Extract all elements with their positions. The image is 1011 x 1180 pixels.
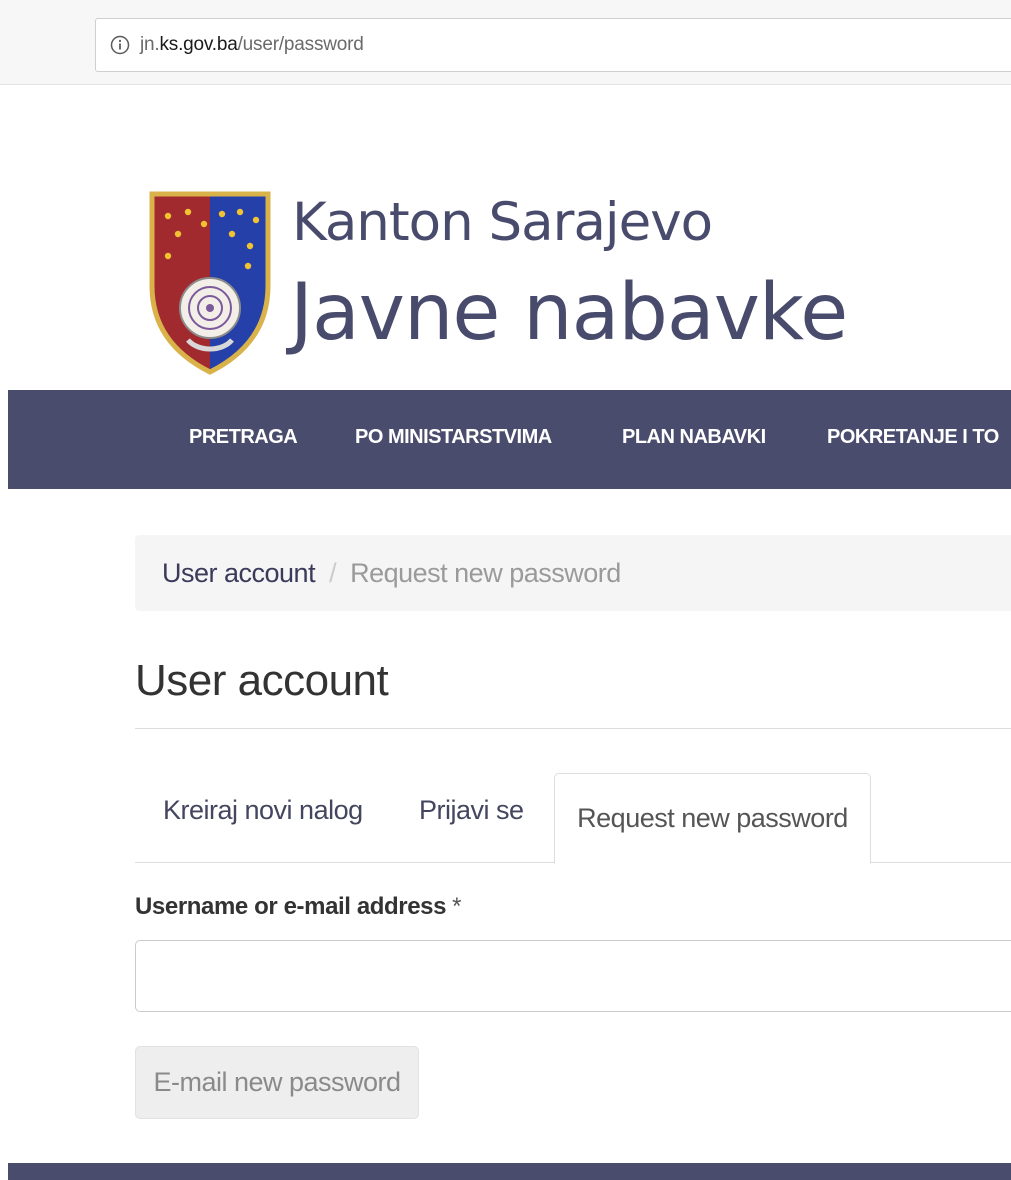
main-nav: PRETRAGA PO MINISTARSTVIMA PLAN NABAVKI … <box>8 390 1011 489</box>
required-marker: * <box>452 893 462 920</box>
url-text: jn.ks.gov.ba/user/password <box>140 34 364 56</box>
address-bar[interactable]: jn.ks.gov.ba/user/password <box>95 18 1011 72</box>
breadcrumb-separator: / <box>329 557 337 588</box>
page: jn.ks.gov.ba/user/password Kanton Saraje… <box>0 0 1011 1180</box>
tab-create-account[interactable]: Kreiraj novi nalog <box>163 795 363 826</box>
title-divider <box>135 728 1011 729</box>
username-label-text: Username or e-mail address <box>135 893 447 920</box>
browser-toolbar: jn.ks.gov.ba/user/password <box>0 0 1011 85</box>
coat-of-arms-icon[interactable] <box>148 190 272 376</box>
url-prefix: jn. <box>140 34 160 55</box>
breadcrumb-user-account[interactable]: User account <box>162 558 316 589</box>
footer-bar <box>8 1163 1011 1180</box>
nav-item-pokretanje[interactable]: POKRETANJE I TO <box>827 426 999 449</box>
breadcrumb-current: Request new password <box>350 557 621 588</box>
nav-item-po-ministarstvima[interactable]: PO MINISTARSTVIMA <box>355 426 552 449</box>
tab-request-new-password[interactable]: Request new password <box>554 773 871 864</box>
nav-item-plan-nabavki[interactable]: PLAN NABAVKI <box>622 426 766 449</box>
tab-login[interactable]: Prijavi se <box>419 795 524 826</box>
url-path: /user/password <box>237 34 364 55</box>
breadcrumb: User account / Request new password <box>135 535 1011 611</box>
email-new-password-button[interactable]: E-mail new password <box>135 1046 419 1119</box>
info-icon[interactable] <box>110 35 130 55</box>
url-domain: ks.gov.ba <box>159 34 238 55</box>
site-name-line2[interactable]: Javne nabavke <box>290 268 848 358</box>
nav-item-pretraga[interactable]: PRETRAGA <box>189 426 298 449</box>
page-title: User account <box>135 656 389 705</box>
site-name-line1[interactable]: Kanton Sarajevo <box>292 192 713 253</box>
username-field-label: Username or e-mail address * <box>135 893 461 921</box>
username-email-input[interactable] <box>135 940 1011 1012</box>
